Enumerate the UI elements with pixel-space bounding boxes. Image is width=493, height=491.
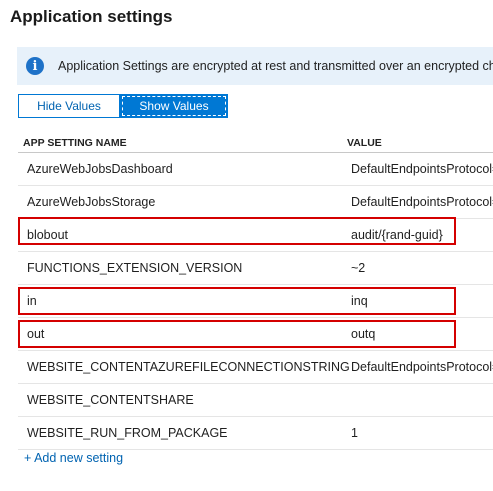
- values-visibility-toggle: Hide Values Show Values: [18, 94, 228, 118]
- table-row[interactable]: AzureWebJobsStorage DefaultEndpointsProt…: [18, 186, 493, 219]
- setting-name[interactable]: in: [27, 294, 37, 308]
- table-header: APP SETTING NAME VALUE: [18, 134, 493, 153]
- table-row[interactable]: WEBSITE_CONTENTSHARE: [18, 384, 493, 417]
- setting-name[interactable]: out: [27, 327, 44, 341]
- setting-name[interactable]: WEBSITE_CONTENTSHARE: [27, 393, 194, 407]
- info-banner: i Application Settings are encrypted at …: [17, 47, 493, 85]
- page-title: Application settings: [10, 7, 173, 26]
- add-new-setting-link[interactable]: + Add new setting: [24, 451, 123, 465]
- setting-value[interactable]: DefaultEndpointsProtocol=: [351, 162, 493, 176]
- table-row[interactable]: blobout audit/{rand-guid}: [18, 217, 493, 252]
- table-row[interactable]: in inq: [18, 285, 493, 318]
- setting-value[interactable]: outq: [351, 327, 493, 341]
- table-row[interactable]: FUNCTIONS_EXTENSION_VERSION ~2: [18, 252, 493, 285]
- table-row[interactable]: WEBSITE_RUN_FROM_PACKAGE 1: [18, 417, 493, 450]
- table-row[interactable]: AzureWebJobsDashboard DefaultEndpointsPr…: [18, 153, 493, 186]
- info-icon: i: [26, 57, 44, 75]
- setting-name[interactable]: WEBSITE_RUN_FROM_PACKAGE: [27, 426, 228, 440]
- setting-value[interactable]: DefaultEndpointsProtocol=: [351, 360, 493, 374]
- column-header-value: VALUE: [347, 137, 382, 149]
- setting-value[interactable]: ~2: [351, 261, 493, 275]
- setting-name[interactable]: AzureWebJobsDashboard: [27, 162, 173, 176]
- hide-values-button[interactable]: Hide Values: [18, 94, 120, 118]
- column-header-name: APP SETTING NAME: [23, 137, 127, 149]
- setting-value[interactable]: 1: [351, 426, 493, 440]
- setting-value[interactable]: inq: [351, 294, 493, 308]
- table-row[interactable]: WEBSITE_CONTENTAZUREFILECONNECTIONSTRING…: [18, 351, 493, 384]
- info-banner-text: Application Settings are encrypted at re…: [58, 59, 493, 73]
- table-row[interactable]: out outq: [18, 318, 493, 351]
- show-values-button[interactable]: Show Values: [120, 94, 228, 118]
- setting-name[interactable]: WEBSITE_CONTENTAZUREFILECONNECTIONSTRING: [27, 360, 350, 374]
- app-settings-table: APP SETTING NAME VALUE AzureWebJobsDashb…: [18, 134, 493, 450]
- setting-name[interactable]: FUNCTIONS_EXTENSION_VERSION: [27, 261, 242, 275]
- setting-value[interactable]: DefaultEndpointsProtocol=: [351, 195, 493, 209]
- setting-name[interactable]: blobout: [27, 228, 68, 242]
- setting-value[interactable]: audit/{rand-guid}: [351, 228, 493, 242]
- setting-name[interactable]: AzureWebJobsStorage: [27, 195, 155, 209]
